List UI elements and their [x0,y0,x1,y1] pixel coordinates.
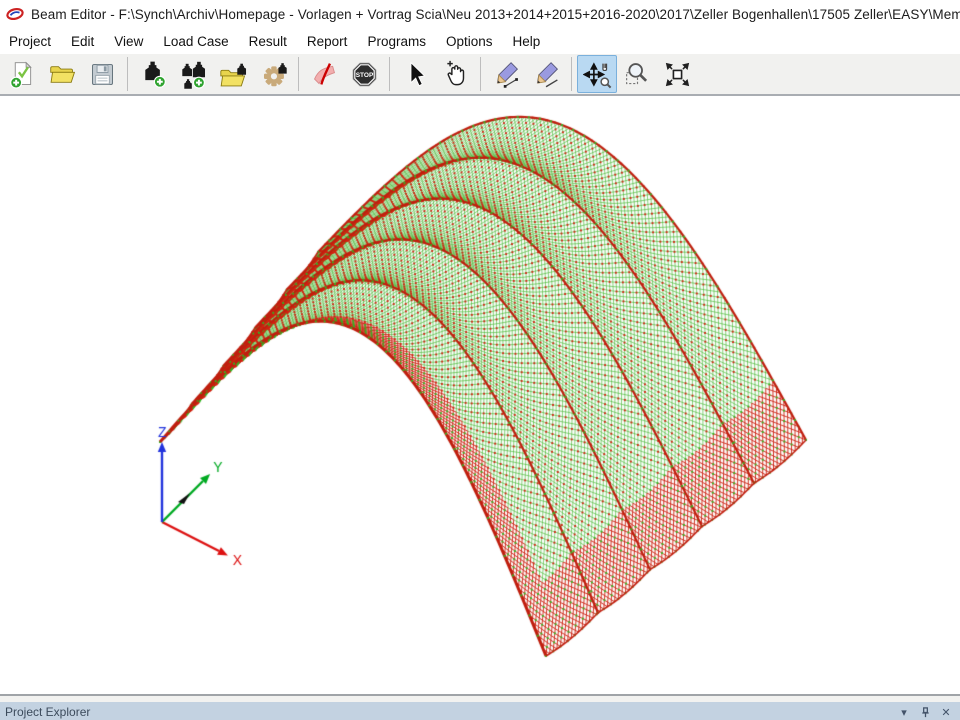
zoom-extents-icon [663,60,692,89]
hand-pan-icon [441,60,470,89]
new-document-icon [8,60,37,89]
navigate-3d-button[interactable] [577,55,617,93]
zoom-extents-button[interactable] [657,55,697,93]
window-title: Beam Editor - F:\Synch\Archiv\Homepage -… [31,7,960,22]
model-viewport [0,96,960,694]
window-position-menu-button[interactable]: ▾ [896,704,912,720]
toolbar-separator [571,57,572,91]
save-project-button[interactable] [82,55,122,93]
menu-load-case[interactable]: Load Case [153,31,238,52]
svg-text:STOP: STOP [355,72,373,79]
draw-line-button[interactable] [526,55,566,93]
menu-help[interactable]: Help [502,31,550,52]
menu-report[interactable]: Report [297,31,358,52]
app-logo-icon [6,7,24,21]
pan-view-button[interactable] [435,55,475,93]
project-explorer-header: Project Explorer ▾ ✕ [0,702,960,720]
toolbar-separator [127,57,128,91]
weight-plus-icon [139,60,168,89]
menu-bar: Project Edit View Load Case Result Repor… [0,28,960,54]
dock-splitter[interactable] [0,694,960,702]
menu-view[interactable]: View [104,31,153,52]
stop-calculation-button[interactable]: STOP [344,55,384,93]
project-explorer-title: Project Explorer [5,705,891,719]
new-project-button[interactable] [2,55,42,93]
pencil-beam-icon [492,60,521,89]
menu-project[interactable]: Project [5,31,61,52]
toolbar-separator [298,57,299,91]
menu-programs[interactable]: Programs [357,31,436,52]
gear-weight-icon [259,60,288,89]
open-load-case-button[interactable] [213,55,253,93]
pin-icon [920,707,931,718]
stop-sign-icon: STOP [350,60,379,89]
select-cursor-button[interactable] [395,55,435,93]
auto-hide-pin-button[interactable] [917,704,933,720]
orbit-navigate-icon [583,60,612,89]
menu-result[interactable]: Result [239,31,297,52]
menu-edit[interactable]: Edit [61,31,104,52]
membrane-result-icon [310,60,339,89]
calculate-load-case-button[interactable] [253,55,293,93]
load-case-list-button[interactable] [173,55,213,93]
toolbar-separator [480,57,481,91]
title-bar: Beam Editor - F:\Synch\Archiv\Homepage -… [0,0,960,28]
zoom-window-icon [623,60,652,89]
menu-options[interactable]: Options [436,31,503,52]
add-load-case-button[interactable] [133,55,173,93]
weights-plus-icon [179,60,208,89]
floppy-disk-icon [88,60,117,89]
model-viewport-canvas[interactable] [0,96,960,694]
open-folder-icon [48,60,77,89]
zoom-window-button[interactable] [617,55,657,93]
beam-editor-window: Beam Editor - F:\Synch\Archiv\Homepage -… [0,0,960,720]
pencil-line-icon [532,60,561,89]
toolbar: STOP [0,54,960,96]
close-panel-button[interactable]: ✕ [938,704,954,720]
toolbar-separator [389,57,390,91]
open-project-button[interactable] [42,55,82,93]
show-results-button[interactable] [304,55,344,93]
draw-beam-button[interactable] [486,55,526,93]
folder-weight-icon [219,60,248,89]
arrow-cursor-icon [401,60,430,89]
